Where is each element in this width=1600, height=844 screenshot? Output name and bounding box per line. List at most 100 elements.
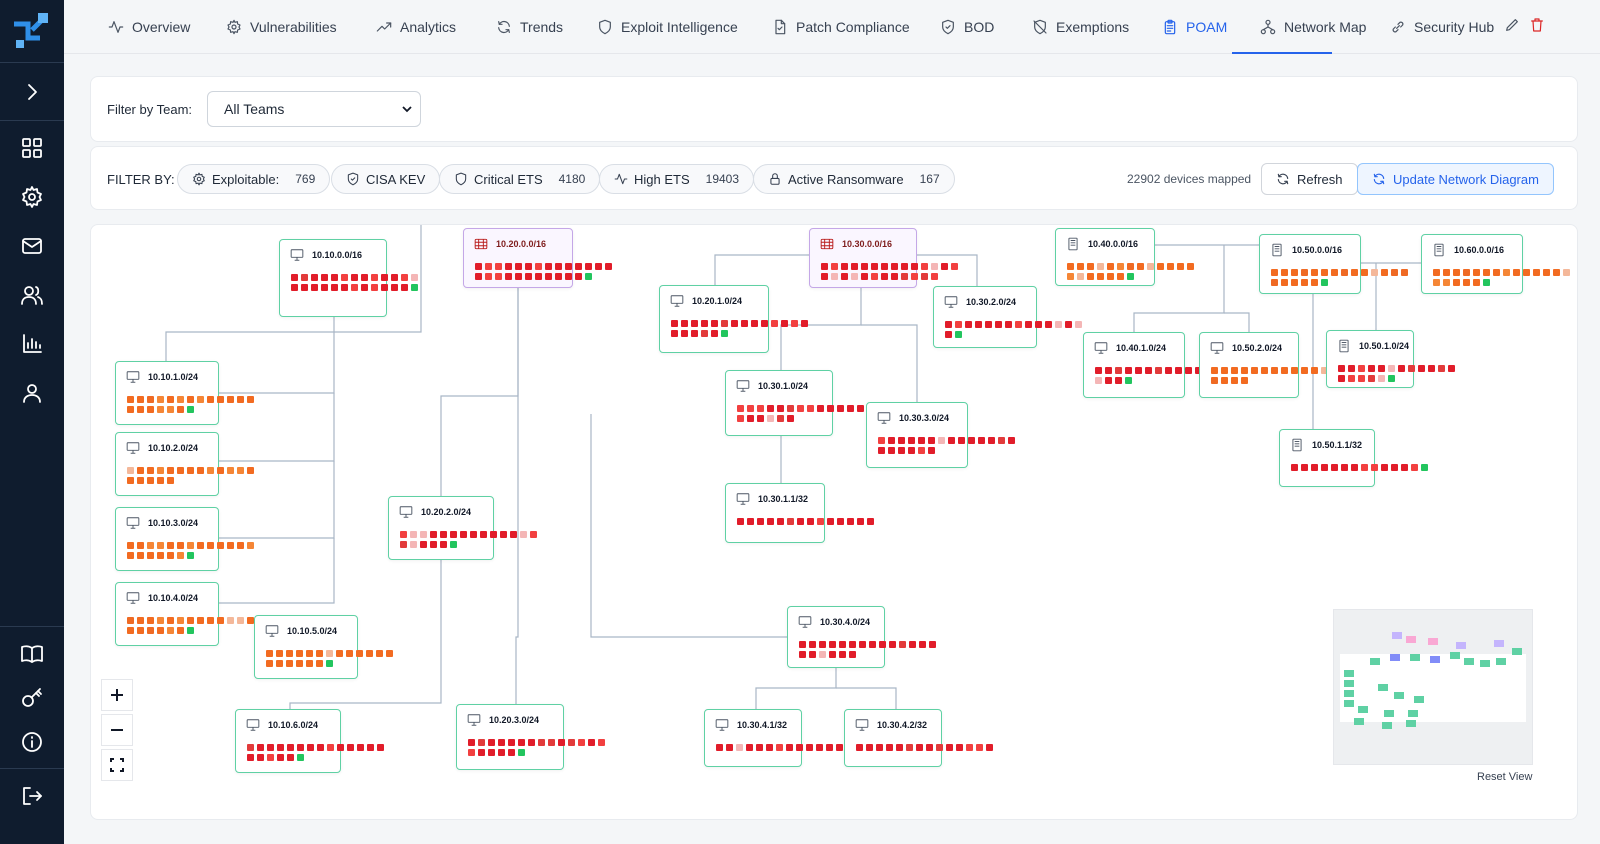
device-square[interactable]: [367, 744, 374, 751]
device-square[interactable]: [401, 284, 408, 291]
device-square[interactable]: [965, 321, 972, 328]
device-square[interactable]: [495, 273, 502, 280]
device-square[interactable]: [916, 744, 923, 751]
device-square[interactable]: [177, 617, 184, 624]
device-square[interactable]: [849, 651, 856, 658]
device-square[interactable]: [1513, 269, 1520, 276]
device-square[interactable]: [1155, 367, 1162, 374]
device-square[interactable]: [237, 396, 244, 403]
device-square[interactable]: [1271, 269, 1278, 276]
device-square[interactable]: [1483, 279, 1490, 286]
device-square[interactable]: [341, 274, 348, 281]
device-square[interactable]: [1348, 375, 1355, 382]
device-square[interactable]: [187, 396, 194, 403]
device-square[interactable]: [528, 739, 535, 746]
network-node[interactable]: 10.50.2.0/24: [1199, 332, 1348, 398]
device-square[interactable]: [757, 415, 764, 422]
device-square[interactable]: [908, 437, 915, 444]
device-square[interactable]: [227, 396, 234, 403]
device-square[interactable]: [747, 415, 754, 422]
device-square[interactable]: [177, 406, 184, 413]
device-square[interactable]: [357, 744, 364, 751]
device-square[interactable]: [837, 405, 844, 412]
device-square[interactable]: [341, 284, 348, 291]
device-square[interactable]: [157, 467, 164, 474]
device-square[interactable]: [470, 531, 477, 538]
device-square[interactable]: [1433, 269, 1440, 276]
device-square[interactable]: [488, 749, 495, 756]
device-square[interactable]: [598, 739, 605, 746]
device-square[interactable]: [726, 744, 733, 751]
device-square[interactable]: [538, 739, 545, 746]
device-square[interactable]: [578, 739, 585, 746]
device-square[interactable]: [485, 263, 492, 270]
device-square[interactable]: [777, 405, 784, 412]
dashboard-grid-icon[interactable]: [16, 132, 48, 164]
device-square[interactable]: [498, 739, 505, 746]
device-square[interactable]: [1301, 269, 1308, 276]
device-square[interactable]: [1125, 367, 1132, 374]
device-square[interactable]: [197, 542, 204, 549]
device-square[interactable]: [671, 320, 678, 327]
device-square[interactable]: [888, 437, 895, 444]
network-node[interactable]: 10.10.2.0/24: [115, 432, 254, 496]
device-square[interactable]: [716, 744, 723, 751]
device-square[interactable]: [856, 744, 863, 751]
device-square[interactable]: [548, 739, 555, 746]
device-square[interactable]: [1221, 377, 1228, 384]
team-select[interactable]: All Teams: [207, 91, 421, 127]
device-square[interactable]: [311, 284, 318, 291]
device-square[interactable]: [1301, 367, 1308, 374]
device-square[interactable]: [849, 641, 856, 648]
device-square[interactable]: [859, 641, 866, 648]
device-square[interactable]: [1361, 464, 1368, 471]
device-square[interactable]: [1105, 377, 1112, 384]
device-square[interactable]: [147, 477, 154, 484]
network-node[interactable]: 10.30.3.0/24: [866, 402, 1015, 468]
device-square[interactable]: [889, 641, 896, 648]
device-square[interactable]: [857, 405, 864, 412]
tab-analytics[interactable]: Analytics: [376, 0, 456, 54]
device-square[interactable]: [737, 415, 744, 422]
device-square[interactable]: [691, 330, 698, 337]
device-square[interactable]: [1331, 269, 1338, 276]
expand-sidebar-chevron-icon[interactable]: [16, 76, 48, 108]
device-square[interactable]: [286, 660, 293, 667]
device-square[interactable]: [237, 467, 244, 474]
device-square[interactable]: [899, 641, 906, 648]
device-square[interactable]: [995, 321, 1002, 328]
device-square[interactable]: [346, 650, 353, 657]
device-square[interactable]: [460, 531, 467, 538]
device-square[interactable]: [321, 274, 328, 281]
device-square[interactable]: [1075, 321, 1082, 328]
device-square[interactable]: [1331, 464, 1338, 471]
device-square[interactable]: [976, 744, 983, 751]
device-square[interactable]: [767, 405, 774, 412]
device-square[interactable]: [217, 396, 224, 403]
device-square[interactable]: [287, 744, 294, 751]
device-square[interactable]: [1005, 321, 1012, 328]
device-square[interactable]: [1371, 464, 1378, 471]
device-square[interactable]: [1391, 464, 1398, 471]
device-square[interactable]: [1231, 367, 1238, 374]
tab-bod[interactable]: BOD: [940, 0, 994, 54]
network-node[interactable]: 10.30.0.0/16: [809, 228, 958, 288]
device-square[interactable]: [331, 284, 338, 291]
device-square[interactable]: [525, 263, 532, 270]
device-square[interactable]: [361, 284, 368, 291]
device-square[interactable]: [197, 467, 204, 474]
device-square[interactable]: [1117, 273, 1124, 280]
device-square[interactable]: [500, 531, 507, 538]
device-square[interactable]: [891, 263, 898, 270]
reset-view-button[interactable]: Reset View: [1477, 771, 1532, 783]
device-square[interactable]: [167, 552, 174, 559]
device-square[interactable]: [1351, 464, 1358, 471]
device-square[interactable]: [555, 263, 562, 270]
device-square[interactable]: [941, 263, 948, 270]
device-square[interactable]: [595, 263, 602, 270]
device-square[interactable]: [901, 263, 908, 270]
device-square[interactable]: [575, 273, 582, 280]
device-square[interactable]: [799, 651, 806, 658]
device-square[interactable]: [127, 406, 134, 413]
device-square[interactable]: [177, 467, 184, 474]
